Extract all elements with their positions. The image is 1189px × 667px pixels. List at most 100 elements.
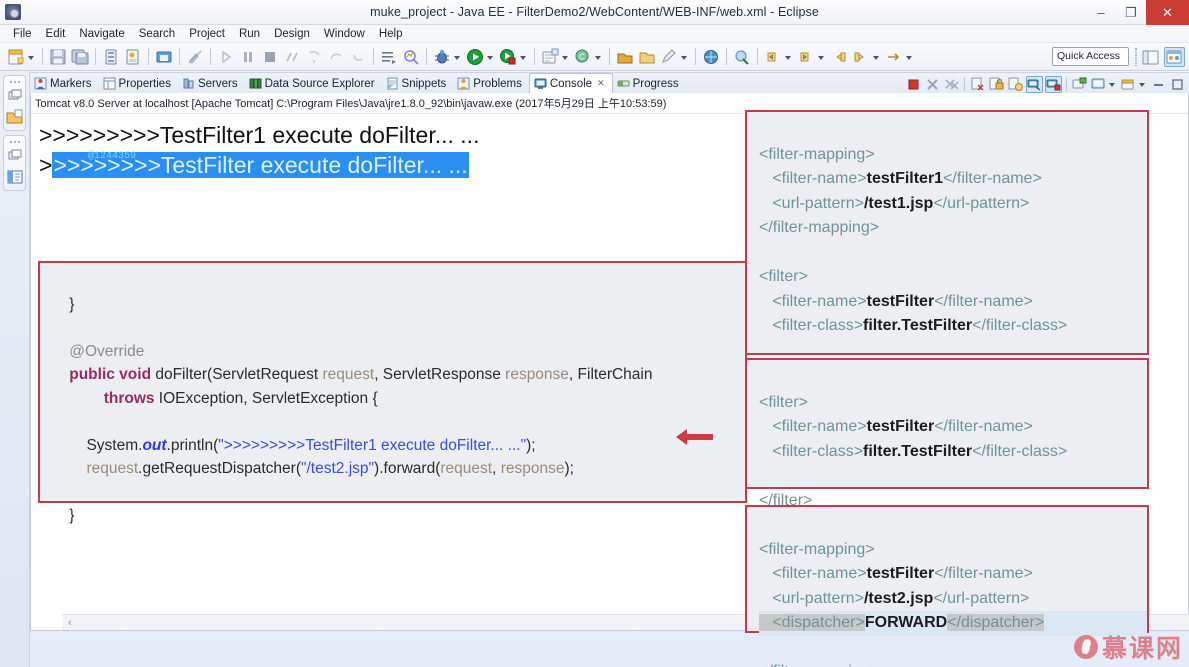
tab-properties[interactable]: Properties bbox=[99, 73, 178, 94]
previous-annotation-dropdown-icon[interactable] bbox=[784, 47, 793, 67]
scroll-left-icon[interactable]: ‹ bbox=[68, 617, 72, 629]
maximize-button[interactable]: ❐ bbox=[1116, 0, 1146, 25]
run-icon[interactable] bbox=[465, 47, 485, 67]
xml-annotation-box-filter-testfilter: <filter> <filter-name>testFilter</filter… bbox=[745, 358, 1149, 509]
new-class-icon[interactable]: C bbox=[573, 47, 593, 67]
project-explorer-icon[interactable] bbox=[4, 107, 26, 127]
run-last-tool-icon[interactable] bbox=[498, 47, 518, 67]
refresh-icon[interactable] bbox=[732, 47, 752, 67]
tab-servers[interactable]: Servers bbox=[178, 73, 245, 94]
string-literal-test2jsp: "/test2.jsp" bbox=[301, 460, 375, 477]
next-annotation-icon[interactable] bbox=[796, 47, 816, 67]
tab-data-source-explorer[interactable]: Data Source Explorer bbox=[245, 73, 382, 94]
next-annotation-dropdown-icon[interactable] bbox=[817, 47, 826, 67]
open-console-dropdown-icon[interactable] bbox=[1108, 74, 1117, 94]
run-last-dropdown-icon[interactable] bbox=[519, 47, 528, 67]
save-all-icon[interactable] bbox=[70, 47, 90, 67]
menu-item-project[interactable]: Project bbox=[182, 25, 232, 43]
menu-item-search[interactable]: Search bbox=[132, 25, 182, 43]
debug-icon[interactable] bbox=[432, 47, 452, 67]
back-icon[interactable] bbox=[829, 47, 849, 67]
resume-icon[interactable] bbox=[216, 47, 236, 67]
remove-launch-icon[interactable] bbox=[924, 76, 941, 93]
step-return-icon[interactable] bbox=[348, 47, 368, 67]
close-button[interactable]: ✕ bbox=[1146, 0, 1189, 25]
open-resource-icon[interactable] bbox=[637, 47, 657, 67]
profile-icon[interactable] bbox=[401, 47, 421, 67]
step-over-icon[interactable] bbox=[326, 47, 346, 67]
menu-item-edit[interactable]: Edit bbox=[39, 25, 73, 43]
disconnect-icon[interactable] bbox=[282, 47, 302, 67]
menu-item-window[interactable]: Window bbox=[317, 25, 372, 43]
close-icon[interactable]: ✕ bbox=[597, 78, 605, 89]
export-icon[interactable] bbox=[123, 47, 143, 67]
menu-item-design[interactable]: Design bbox=[267, 25, 317, 43]
xml-tag: <filter-mapping> bbox=[759, 540, 875, 558]
restore-icon[interactable] bbox=[4, 146, 26, 166]
xml-value: filter.TestFilter bbox=[863, 442, 973, 460]
pin-console-icon[interactable] bbox=[1045, 75, 1062, 93]
debug-dropdown-icon[interactable] bbox=[453, 47, 462, 67]
run-dropdown-icon[interactable] bbox=[486, 47, 495, 67]
show-console-on-output-icon[interactable] bbox=[1026, 75, 1043, 93]
menu-item-run[interactable]: Run bbox=[232, 25, 267, 43]
tab-snippets[interactable]: Snippets bbox=[382, 73, 454, 94]
build-icon[interactable] bbox=[379, 47, 399, 67]
minimize-button[interactable]: – bbox=[1086, 0, 1116, 25]
toolbar-separator bbox=[695, 48, 696, 65]
rail-grip[interactable] bbox=[4, 139, 25, 145]
xml-line bbox=[759, 244, 763, 261]
remove-marker-icon[interactable] bbox=[185, 47, 205, 67]
restore-icon[interactable] bbox=[4, 86, 26, 106]
search-icon[interactable] bbox=[701, 47, 721, 67]
go-to-icon[interactable] bbox=[884, 47, 904, 67]
menu-item-navigate[interactable]: Navigate bbox=[72, 25, 131, 43]
xml-tag: </url-pattern> bbox=[933, 194, 1030, 212]
tab-progress[interactable]: Progress bbox=[613, 73, 686, 94]
outline-icon[interactable] bbox=[4, 167, 26, 187]
tab-markers[interactable]: Markers bbox=[30, 73, 99, 94]
annotation-dropdown-icon[interactable] bbox=[680, 47, 689, 67]
scroll-lock-icon[interactable] bbox=[988, 76, 1005, 93]
print-icon[interactable] bbox=[154, 47, 174, 67]
tab-label: Markers bbox=[50, 77, 92, 90]
rail-grip[interactable] bbox=[4, 79, 25, 85]
menu-item-file[interactable]: File bbox=[6, 25, 39, 43]
new-java-project-dropdown-icon[interactable] bbox=[561, 47, 570, 67]
new-server-icon[interactable] bbox=[101, 47, 121, 67]
code-text: , FilterChain bbox=[568, 366, 653, 383]
new-wizard-dropdown-icon[interactable] bbox=[27, 47, 36, 67]
remove-all-launches-icon[interactable] bbox=[943, 76, 960, 93]
new-wizard-icon[interactable] bbox=[6, 47, 26, 67]
step-into-icon[interactable] bbox=[304, 47, 324, 67]
terminate-icon[interactable] bbox=[905, 76, 922, 93]
tab-console[interactable]: Console ✕ bbox=[528, 73, 613, 94]
menu-item-help[interactable]: Help bbox=[372, 25, 410, 43]
quick-access-input[interactable]: Quick Access bbox=[1052, 47, 1129, 66]
java-ee-perspective-icon[interactable] bbox=[1164, 47, 1185, 67]
display-selected-console-icon[interactable] bbox=[1071, 76, 1088, 93]
previous-annotation-icon[interactable] bbox=[763, 47, 783, 67]
minimize-icon[interactable] bbox=[1150, 76, 1167, 93]
forward-dropdown-icon[interactable] bbox=[872, 47, 881, 67]
save-icon[interactable] bbox=[48, 47, 68, 67]
new-java-project-icon[interactable] bbox=[540, 47, 560, 67]
forward-icon[interactable] bbox=[851, 47, 871, 67]
terminate-icon[interactable] bbox=[260, 47, 280, 67]
annotation-icon[interactable] bbox=[659, 47, 679, 67]
maximize-icon[interactable] bbox=[1169, 76, 1186, 93]
open-perspective-icon[interactable] bbox=[1140, 47, 1161, 67]
toolbar-separator bbox=[210, 48, 211, 65]
new-console-view-icon[interactable] bbox=[1120, 76, 1137, 93]
clear-console-icon[interactable] bbox=[969, 76, 986, 93]
tab-problems[interactable]: Problems bbox=[453, 73, 529, 94]
xml-tag: <filter-name> bbox=[759, 170, 867, 187]
go-to-dropdown-icon[interactable] bbox=[905, 47, 914, 67]
new-class-dropdown-icon[interactable] bbox=[594, 47, 603, 67]
word-wrap-icon[interactable] bbox=[1007, 76, 1024, 93]
new-console-dropdown-icon[interactable] bbox=[1138, 74, 1147, 94]
suspend-icon[interactable] bbox=[238, 47, 258, 67]
open-type-icon[interactable] bbox=[615, 47, 635, 67]
open-console-icon[interactable] bbox=[1090, 76, 1107, 93]
